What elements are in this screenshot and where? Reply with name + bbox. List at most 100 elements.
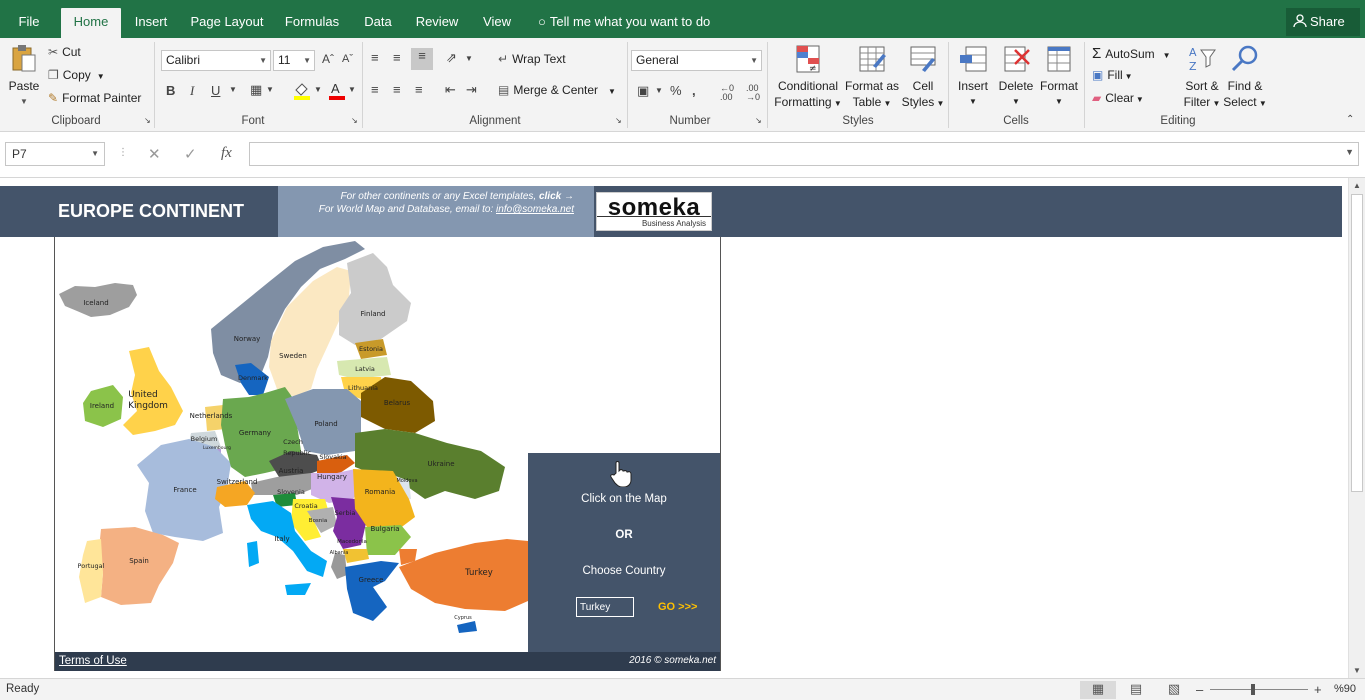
underline-button[interactable]: U [211, 83, 220, 98]
zoom-slider[interactable] [1210, 689, 1308, 690]
collapse-ribbon-icon[interactable]: ⌃ [1346, 114, 1354, 125]
country-cyprus[interactable] [457, 621, 477, 633]
merge-center-button[interactable]: ▤ Merge & Center ▼ [498, 83, 616, 97]
label-slovakia: Slovakia [319, 453, 346, 461]
grow-font-icon[interactable]: Aˆ [322, 52, 334, 66]
insert-cells-button[interactable]: Insert ▼ [952, 44, 994, 110]
share-button[interactable]: Share [1286, 8, 1360, 36]
country-finland[interactable] [339, 253, 411, 345]
orientation-icon[interactable]: ⇗ [446, 50, 457, 66]
name-box[interactable]: P7 ▼ [5, 142, 105, 166]
paste-button[interactable]: Paste ▼ [6, 44, 42, 110]
clear-button[interactable]: ▰ Clear ▼ [1092, 91, 1144, 105]
zoom-level[interactable]: %90 [1334, 683, 1356, 695]
scroll-up-icon[interactable]: ▲ [1353, 181, 1361, 190]
chevron-down-icon[interactable]: ▼ [314, 85, 322, 94]
terms-of-use-link[interactable]: Terms of Use [59, 655, 127, 667]
comma-icon[interactable]: , [692, 83, 696, 98]
delete-cells-button[interactable]: Delete ▼ [994, 44, 1038, 110]
autosum-button[interactable]: Σ AutoSum ▼ [1092, 45, 1171, 62]
currency-icon[interactable]: ▣ [637, 83, 649, 99]
font-name-select[interactable]: Calibri ▼ [161, 50, 271, 71]
sort-filter-button[interactable]: AZ Sort & Filter ▼ [1180, 44, 1224, 112]
zoom-out-icon[interactable]: – [1196, 682, 1203, 697]
page-layout-view-icon[interactable]: ▤ [1118, 681, 1154, 699]
align-left-icon[interactable]: ≡ [371, 82, 379, 97]
scroll-thumb[interactable] [1351, 194, 1363, 492]
alignment-launcher-icon[interactable]: ↘ [615, 116, 622, 125]
tab-page-layout[interactable]: Page Layout [186, 8, 268, 38]
email-link[interactable]: info@someka.net [496, 204, 574, 215]
scroll-down-icon[interactable]: ▼ [1353, 666, 1361, 675]
chevron-down-icon[interactable]: ▼ [655, 86, 663, 95]
chevron-down-icon[interactable]: ▼ [348, 85, 356, 94]
chevron-down-icon[interactable]: ▼ [266, 85, 274, 94]
tab-insert[interactable]: Insert [129, 8, 173, 38]
borders-icon[interactable]: ▦ [250, 82, 262, 98]
chevron-down-icon[interactable]: ▼ [229, 85, 237, 94]
number-launcher-icon[interactable]: ↘ [755, 116, 762, 125]
format-cells-button[interactable]: Format ▼ [1037, 44, 1081, 110]
clipboard-launcher-icon[interactable]: ↘ [144, 116, 151, 125]
confirm-icon[interactable]: ✓ [184, 145, 197, 163]
italic-button[interactable]: I [190, 83, 194, 99]
wrap-text-button[interactable]: ↵ Wrap Text [498, 52, 566, 66]
chevron-down-icon[interactable]: ▼ [465, 54, 473, 63]
align-center-icon[interactable]: ≡ [393, 82, 401, 97]
info-click-link[interactable]: click → [539, 191, 574, 202]
country-albania[interactable] [331, 553, 347, 579]
font-color-icon[interactable]: A [328, 80, 346, 103]
bold-button[interactable]: B [166, 83, 175, 98]
increase-decimal-icon[interactable]: ←0.00 [720, 84, 734, 102]
cancel-icon[interactable]: ✕ [148, 145, 161, 163]
go-button[interactable]: GO >>> [658, 601, 697, 613]
tell-me-box[interactable]: ○ Tell me what you want to do [538, 8, 710, 38]
country-italy-sicily[interactable] [285, 583, 311, 595]
font-size-select[interactable]: 11 ▼ [273, 50, 315, 71]
format-as-table-button[interactable]: Format as Table ▼ [843, 44, 901, 112]
find-select-button[interactable]: Find & Select ▼ [1222, 44, 1268, 112]
normal-view-icon[interactable]: ▦ [1080, 681, 1116, 699]
shrink-font-icon[interactable]: Aˇ [342, 53, 353, 65]
chevron-down-icon[interactable]: ▼ [1345, 147, 1354, 157]
vertical-scrollbar[interactable]: ▲ ▼ [1348, 178, 1365, 678]
percent-icon[interactable]: % [670, 83, 682, 98]
tab-file[interactable]: File [8, 8, 50, 38]
align-right-icon[interactable]: ≡ [415, 82, 423, 97]
insert-function-icon[interactable]: fx [221, 145, 232, 162]
conditional-formatting-button[interactable]: ≠ Conditional Formatting ▼ [773, 44, 843, 112]
page-break-view-icon[interactable]: ▧ [1156, 681, 1192, 699]
worksheet[interactable]: EUROPE CONTINENT For other continents or… [0, 178, 1348, 678]
country-italy-sardinia[interactable] [247, 541, 259, 567]
fill-button[interactable]: ▣ Fill ▼ [1092, 68, 1133, 82]
country-turkey[interactable] [399, 539, 528, 611]
zoom-slider-knob[interactable] [1251, 684, 1255, 695]
country-selector-panel: Click on the Map OR Choose Country GO >>… [528, 453, 720, 652]
align-bottom-icon[interactable]: ≡ [411, 48, 433, 70]
country-input[interactable] [576, 597, 634, 617]
cell-styles-button[interactable]: Cell Styles ▼ [900, 44, 946, 112]
tab-formulas[interactable]: Formulas [280, 8, 344, 38]
someka-logo[interactable]: someka Business Analysis [596, 192, 712, 231]
font-launcher-icon[interactable]: ↘ [351, 116, 358, 125]
tab-view[interactable]: View [477, 8, 517, 38]
decrease-indent-icon[interactable]: ⇤ [445, 82, 456, 98]
increase-indent-icon[interactable]: ⇥ [466, 82, 477, 98]
align-top-icon[interactable]: ≡ [371, 50, 379, 65]
cut-button[interactable]: ✂ Cut [48, 45, 81, 59]
country-portugal[interactable] [79, 539, 103, 603]
copy-button[interactable]: ❐ Copy ▼ [48, 68, 105, 82]
country-spain[interactable] [99, 527, 179, 605]
number-format-select[interactable]: General ▼ [631, 50, 762, 71]
tab-review[interactable]: Review [412, 8, 462, 38]
zoom-in-icon[interactable]: + [1314, 682, 1322, 697]
country-greece[interactable] [345, 561, 399, 621]
europe-map[interactable]: Iceland Norway Sweden Finland Estonia La… [55, 237, 528, 652]
fill-color-icon[interactable] [292, 80, 312, 103]
align-middle-icon[interactable]: ≡ [393, 50, 401, 65]
formula-input[interactable]: ▼ [249, 142, 1359, 166]
decrease-decimal-icon[interactable]: .00 →0 [746, 84, 760, 102]
tab-home[interactable]: Home [61, 8, 121, 38]
format-painter-button[interactable]: ✎ Format Painter [48, 91, 141, 105]
tab-data[interactable]: Data [358, 8, 398, 38]
